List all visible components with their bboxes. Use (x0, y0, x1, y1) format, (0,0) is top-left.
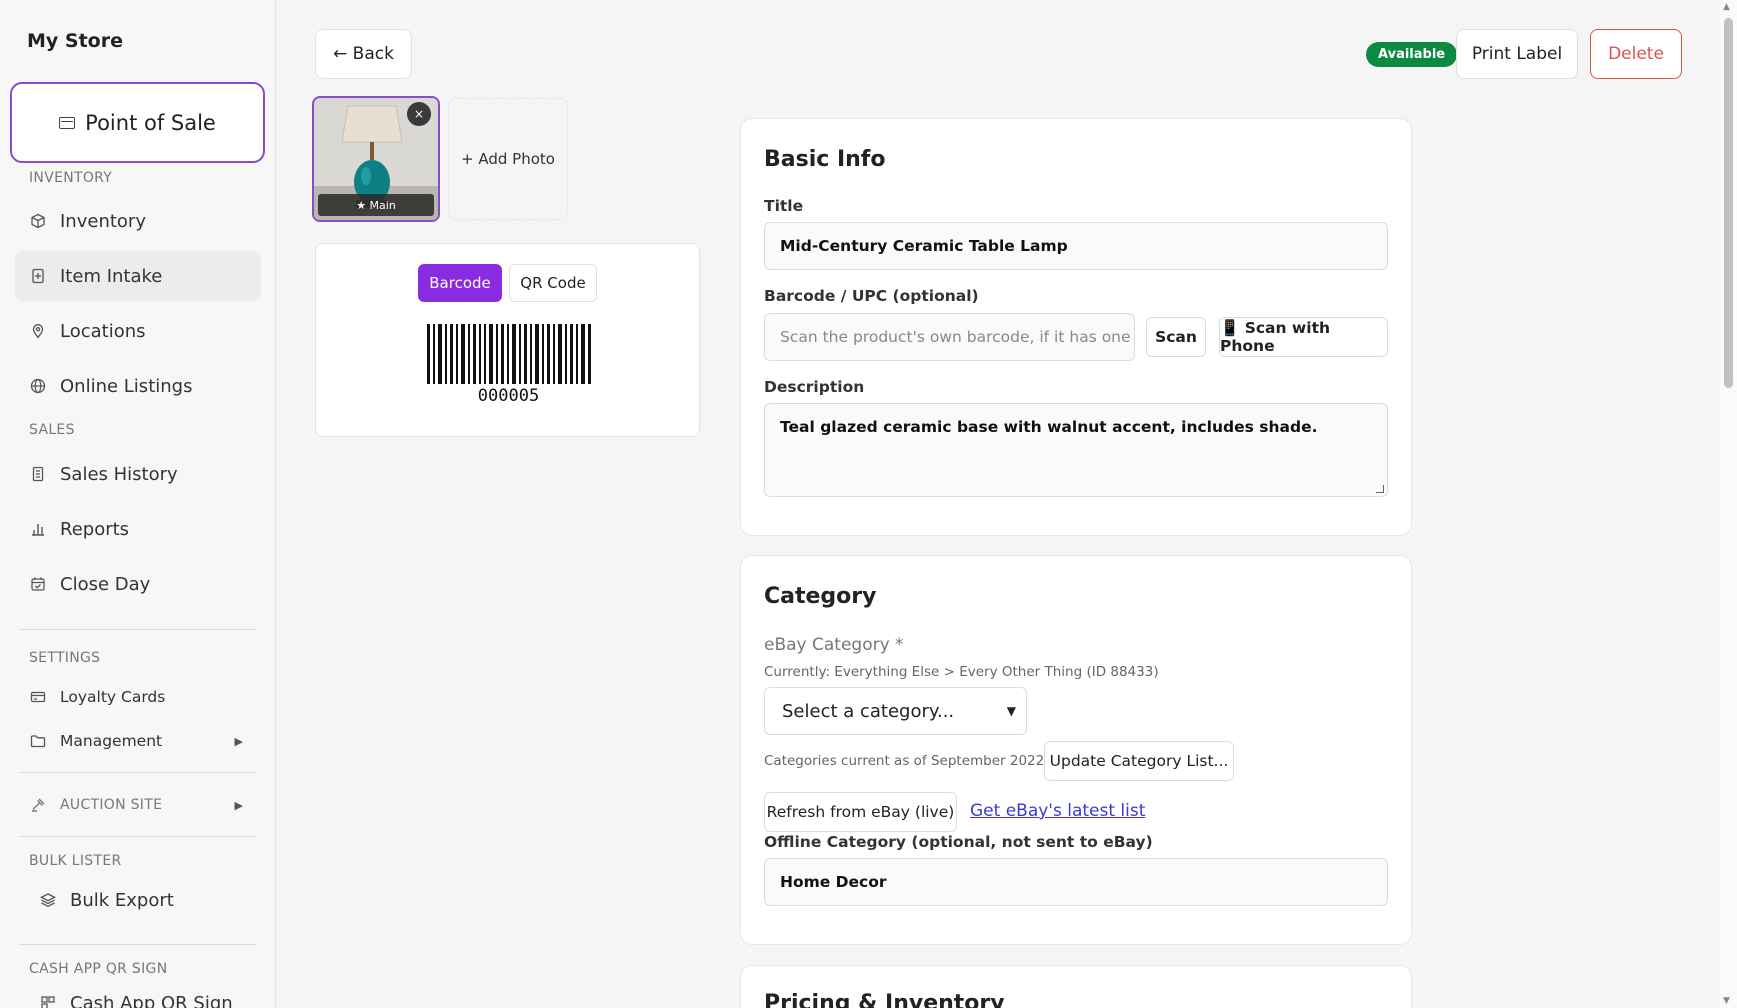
sidebar-item-label: AUCTION SITE (60, 797, 163, 813)
scan-with-phone-button[interactable]: 📱 Scan with Phone (1219, 317, 1388, 357)
bar-chart-icon (30, 521, 46, 537)
sidebar-item-locations[interactable]: Locations (15, 306, 261, 356)
calendar-check-icon (30, 576, 46, 592)
sidebar-item-label: Sales History (60, 463, 178, 485)
status-badge: Available (1366, 42, 1458, 67)
resize-handle-icon[interactable] (1376, 485, 1384, 493)
back-button[interactable]: ← Back (315, 29, 412, 79)
sidebar-item-label: Item Intake (60, 265, 163, 287)
intake-icon (30, 268, 46, 284)
sidebar-item-reports[interactable]: Reports (15, 504, 261, 554)
section-label-bulk-lister: BULK LISTER (29, 853, 122, 869)
remove-photo-button[interactable]: × (407, 102, 431, 126)
ebay-category-label: eBay Category * (764, 635, 904, 655)
pricing-inventory-heading: Pricing & Inventory (764, 991, 1005, 1008)
qr-grid-icon (40, 995, 56, 1008)
tab-barcode[interactable]: Barcode (418, 264, 502, 302)
sidebar-item-auction-site[interactable]: AUCTION SITE ▶ (15, 785, 261, 825)
description-label: Description (764, 378, 865, 396)
sidebar-item-loyalty-cards[interactable]: Loyalty Cards (15, 677, 261, 717)
register-icon (59, 116, 76, 129)
category-select-value: Select a category... (782, 700, 955, 722)
sidebar-divider (19, 772, 256, 773)
sidebar-divider (19, 836, 256, 837)
section-label-sales: SALES (29, 422, 75, 438)
category-card: Category eBay Category * Currently: Ever… (740, 555, 1412, 945)
scroll-up-icon[interactable]: ▲ (1723, 2, 1730, 12)
store-name: My Store (27, 30, 123, 52)
point-of-sale-button[interactable]: Point of Sale (10, 82, 265, 163)
sidebar-divider (19, 944, 256, 945)
sidebar-item-label: Cash App QR Sign (70, 992, 233, 1008)
layers-icon (40, 892, 56, 908)
title-label: Title (764, 197, 804, 215)
main-photo-label: ★ Main (318, 194, 434, 216)
print-label-button[interactable]: Print Label (1456, 29, 1578, 79)
sidebar-item-item-intake[interactable]: Item Intake (15, 251, 261, 301)
ebay-latest-list-link[interactable]: Get eBay's latest list (970, 801, 1145, 821)
barcode-upc-input[interactable]: Scan the product's own barcode, if it ha… (764, 313, 1135, 361)
gavel-icon (30, 797, 46, 813)
basic-info-heading: Basic Info (764, 147, 886, 172)
refresh-from-ebay-button[interactable]: Refresh from eBay (live) (764, 792, 957, 832)
category-heading: Category (764, 584, 877, 609)
barcode-card: Barcode QR Code 000005 (315, 243, 700, 437)
sidebar-item-label: Management (60, 732, 163, 750)
sidebar-item-bulk-export[interactable]: Bulk Export (15, 875, 261, 925)
barcode-image (427, 324, 591, 384)
current-category-note: Currently: Everything Else > Every Other… (764, 664, 1159, 680)
barcode-upc-label: Barcode / UPC (optional) (764, 287, 979, 305)
section-label-cash-app: CASH APP QR SIGN (29, 961, 168, 977)
barcode-number: 000005 (477, 386, 540, 406)
sidebar-item-online-listings[interactable]: Online Listings (15, 361, 261, 411)
sidebar-item-label: Locations (60, 320, 146, 342)
sidebar-item-management[interactable]: Management ▶ (15, 721, 261, 761)
sidebar-item-label: Close Day (60, 573, 151, 595)
card-icon (30, 689, 46, 705)
sidebar-item-label: Loyalty Cards (60, 688, 166, 706)
update-category-list-button[interactable]: Update Category List... (1044, 741, 1234, 781)
box-icon (30, 213, 46, 229)
receipt-icon (30, 466, 46, 482)
sidebar-item-label: Bulk Export (70, 889, 174, 911)
chevron-down-icon: ▼ (1006, 704, 1016, 718)
expand-arrow-icon: ▶ (234, 734, 243, 748)
scroll-down-icon[interactable]: ▼ (1723, 996, 1730, 1006)
scrollbar-thumb[interactable] (1724, 18, 1733, 388)
delete-button[interactable]: Delete (1590, 29, 1682, 79)
sidebar-item-label: Reports (60, 518, 130, 540)
categories-current-note: Categories current as of September 2022. (764, 753, 1049, 769)
sidebar-item-sales-history[interactable]: Sales History (15, 449, 261, 499)
add-photo-button[interactable]: + Add Photo (448, 98, 568, 220)
folder-icon (30, 733, 46, 749)
expand-arrow-icon: ▶ (234, 798, 243, 812)
description-text: Teal glazed ceramic base with walnut acc… (780, 418, 1318, 436)
title-input[interactable]: Mid-Century Ceramic Table Lamp (764, 222, 1388, 270)
page-scrollbar[interactable]: ▲ ▼ (1720, 0, 1737, 1008)
sidebar-item-inventory[interactable]: Inventory (15, 196, 261, 246)
sidebar-item-label: Online Listings (60, 375, 193, 397)
pricing-inventory-card: Pricing & Inventory (740, 965, 1412, 1008)
sidebar-item-cash-app-qr-sign[interactable]: Cash App QR Sign (15, 988, 261, 1008)
offline-category-input[interactable]: Home Decor (764, 858, 1388, 906)
basic-info-card: Basic Info Title Mid-Century Ceramic Tab… (740, 118, 1412, 536)
description-textarea[interactable]: Teal glazed ceramic base with walnut acc… (764, 403, 1388, 497)
sidebar: My Store Point of Sale INVENTORY Invento… (0, 0, 276, 1008)
globe-icon (30, 378, 46, 394)
sidebar-item-label: Inventory (60, 210, 146, 232)
section-label-settings: SETTINGS (29, 650, 101, 666)
sidebar-divider (19, 629, 256, 630)
category-select[interactable]: Select a category... ▼ (764, 687, 1027, 735)
tab-qr-code[interactable]: QR Code (509, 264, 597, 302)
section-label-inventory: INVENTORY (29, 170, 113, 186)
offline-category-label: Offline Category (optional, not sent to … (764, 833, 1153, 851)
point-of-sale-label: Point of Sale (85, 110, 216, 135)
location-pin-icon (30, 323, 46, 339)
sidebar-item-close-day[interactable]: Close Day (15, 559, 261, 609)
scan-button[interactable]: Scan (1146, 317, 1206, 357)
